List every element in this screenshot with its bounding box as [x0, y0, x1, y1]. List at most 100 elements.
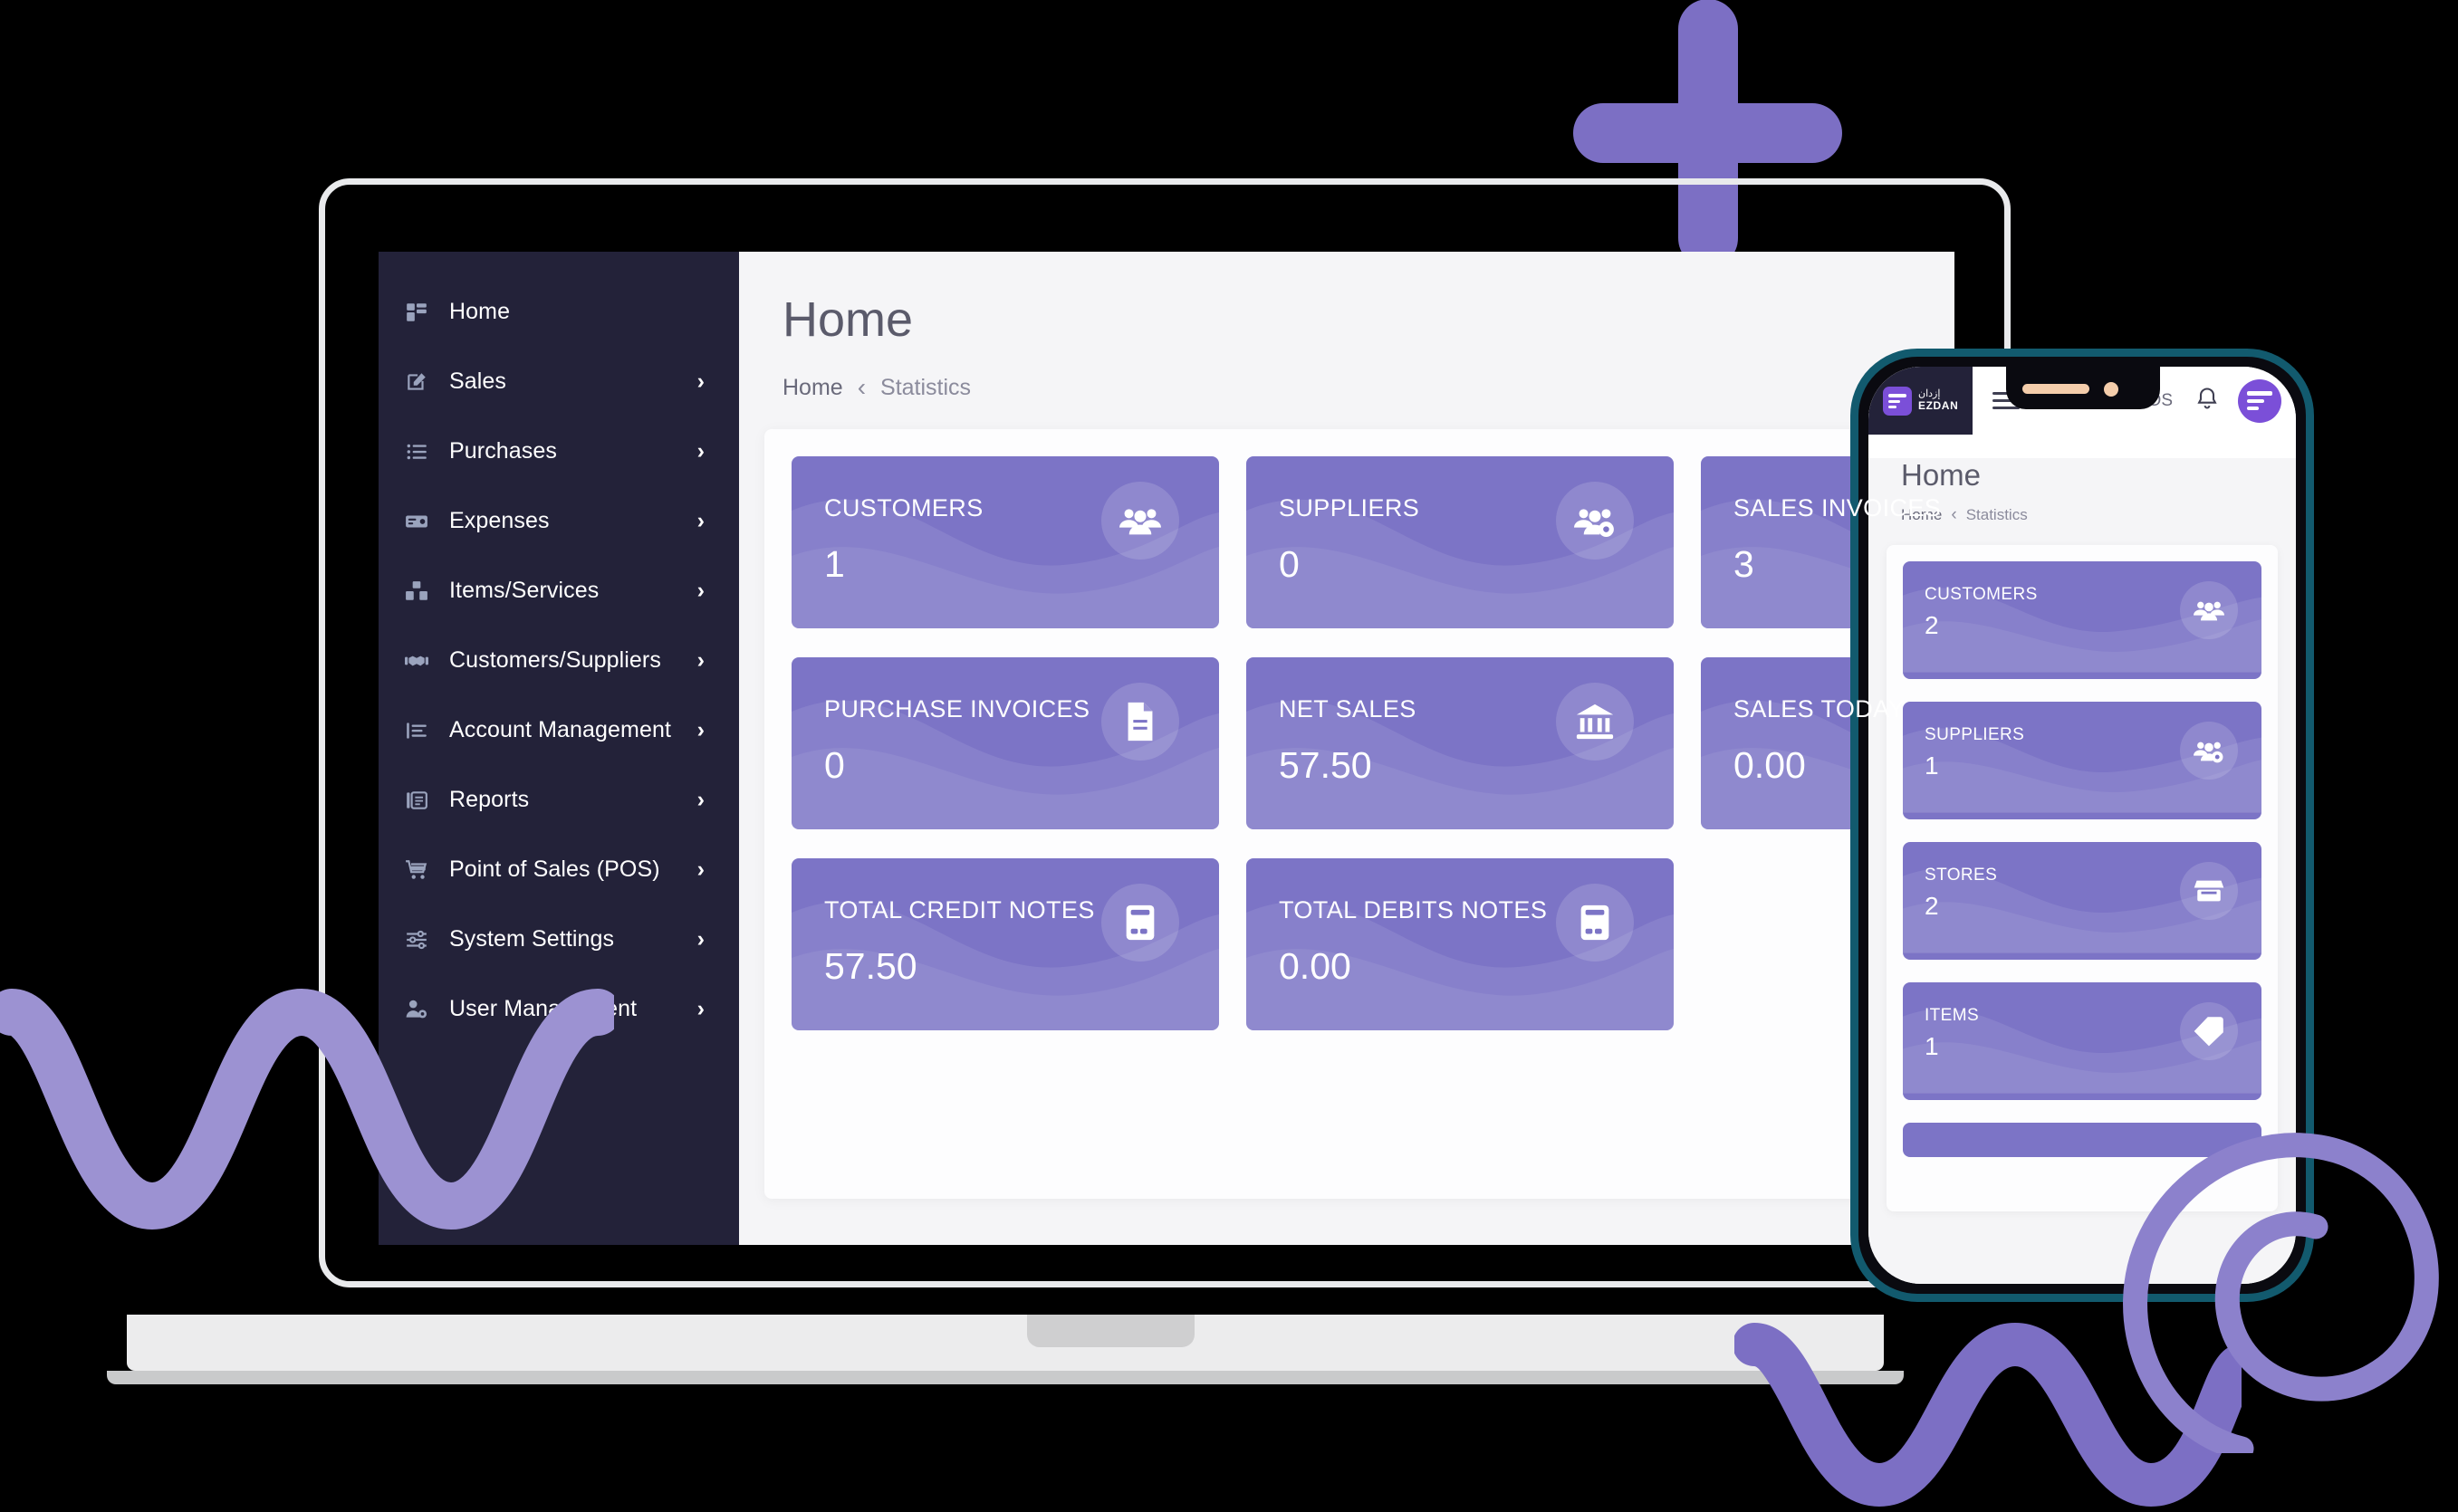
dashboard-icon — [398, 301, 435, 324]
sidebar-item-expenses[interactable]: Expenses › — [379, 486, 739, 556]
stat-card-value: 2 — [1925, 611, 1939, 639]
sidebar-item-items-services[interactable]: Items/Services › — [379, 556, 739, 626]
user-gear-icon — [398, 998, 435, 1021]
stat-card-label: SUPPLIERS — [1925, 725, 2025, 744]
sidebar-item-label: Expenses — [449, 508, 550, 533]
sidebar-item-label: Account Management — [449, 717, 672, 742]
sidebar-item-label: Reports — [449, 787, 530, 812]
stat-card-net-sales[interactable]: NET SALES 57.50 — [1246, 657, 1674, 829]
list-icon — [398, 440, 435, 464]
chevron-right-icon: › — [696, 578, 705, 603]
phone-stat-card-customers[interactable]: CUSTOMERS 2 — [1903, 561, 2261, 679]
stat-card-value: 1 — [1925, 751, 1939, 780]
stat-card-label: SALES INVOICES — [1733, 494, 1942, 522]
stat-card-total-credit-notes[interactable]: TOTAL CREDIT NOTES 57.50 — [792, 858, 1219, 1030]
sliders-icon — [398, 928, 435, 952]
edit-icon — [398, 370, 435, 394]
handshake-icon — [398, 649, 435, 673]
people-icon — [1101, 482, 1179, 560]
breadcrumb: Home ‹ Statistics — [783, 373, 1954, 402]
sidebar-item-label: Items/Services — [449, 578, 600, 603]
laptop-screen: Home Sales › Purchases › Expenses › Item… — [379, 252, 1954, 1245]
stat-card-label: SUPPLIERS — [1279, 494, 1420, 522]
statistics-panel: CUSTOMERS 1 SUPPLIERS 0 SALES INVOICES 3… — [764, 429, 1954, 1199]
chevron-left-icon: ‹ — [1951, 505, 1957, 524]
sidebar-item-user-management[interactable]: User Management › — [379, 974, 739, 1044]
stat-card-label: SALES TODAY — [1733, 695, 1905, 723]
invoice-icon — [1101, 683, 1179, 761]
sidebar-item-purchases[interactable]: Purchases › — [379, 416, 739, 486]
sidebar-item-label: User Management — [449, 996, 638, 1021]
phone-statistics-panel: CUSTOMERS 2 SUPPLIERS 1 STORES 2 ITEMS 1 — [1887, 545, 2278, 1211]
stat-card-value: 57.50 — [824, 945, 917, 987]
cart-icon — [398, 858, 435, 882]
sidebar-item-label: Point of Sales (POS) — [449, 856, 660, 882]
sidebar-item-label: Home — [449, 299, 511, 324]
sidebar-item-label: Purchases — [449, 438, 558, 464]
statistics-card-grid: CUSTOMERS 1 SUPPLIERS 0 SALES INVOICES 3… — [792, 456, 1954, 1030]
brand-name-english: EZDAN — [1918, 398, 1959, 412]
stat-card-suppliers[interactable]: SUPPLIERS 0 — [1246, 456, 1674, 628]
phone-breadcrumb: Home ‹ Statistics — [1901, 505, 2296, 525]
chevron-right-icon: › — [696, 717, 705, 742]
stat-card-label: TOTAL CREDIT NOTES — [824, 896, 1095, 923]
ezdan-logo-mark-icon — [1883, 386, 1912, 416]
phone-stat-card-items[interactable]: ITEMS 1 — [1903, 982, 2261, 1100]
stat-card-value: 0.00 — [1279, 945, 1351, 987]
people-gear-icon — [2180, 722, 2238, 780]
sidebar-item-customers-suppliers[interactable]: Customers/Suppliers › — [379, 626, 739, 695]
stat-card-total-debits-notes[interactable]: TOTAL DEBITS NOTES 0.00 — [1246, 858, 1674, 1030]
breadcrumb-root[interactable]: Home — [783, 375, 843, 401]
laptop-base-notch — [1027, 1315, 1195, 1347]
chevron-right-icon: › — [696, 996, 705, 1021]
report-icon — [398, 789, 435, 812]
sidebar-item-sales[interactable]: Sales › — [379, 347, 739, 416]
stat-card-purchase-invoices[interactable]: PURCHASE INVOICES 0 — [792, 657, 1219, 829]
stat-card-label: NET SALES — [1279, 695, 1416, 723]
stat-card-label: CUSTOMERS — [1925, 585, 2038, 604]
store-icon — [2180, 862, 2238, 920]
sidebar: Home Sales › Purchases › Expenses › Item… — [379, 252, 739, 1245]
people-icon — [2180, 581, 2238, 639]
tag-icon — [2180, 1002, 2238, 1060]
chevron-right-icon: › — [696, 926, 705, 952]
sidebar-item-home[interactable]: Home — [379, 277, 739, 347]
ezdan-avatar-icon[interactable] — [2238, 378, 2281, 423]
sidebar-item-point-of-sales[interactable]: Point of Sales (POS) › — [379, 835, 739, 904]
phone-stat-card-partial[interactable] — [1903, 1123, 2261, 1157]
phone-stat-card-suppliers[interactable]: SUPPLIERS 1 — [1903, 702, 2261, 819]
bell-icon[interactable] — [2194, 386, 2220, 416]
sidebar-item-label: Customers/Suppliers — [449, 647, 661, 673]
sidebar-item-account-management[interactable]: Account Management › — [379, 695, 739, 765]
stat-card-value: 0 — [1279, 543, 1300, 585]
card-icon — [398, 510, 435, 533]
ledger-icon — [398, 719, 435, 742]
phone-speaker — [2022, 384, 2089, 394]
boxes-icon — [398, 579, 435, 603]
page-title: Home — [783, 292, 914, 347]
chevron-right-icon: › — [696, 787, 705, 812]
laptop-base — [127, 1315, 1884, 1371]
phone-notch — [2006, 367, 2160, 409]
stat-card-label: CUSTOMERS — [824, 494, 984, 522]
stat-card-value: 1 — [1925, 1032, 1939, 1060]
breadcrumb-current: Statistics — [880, 374, 972, 400]
stat-card-label: TOTAL DEBITS NOTES — [1279, 896, 1548, 923]
credit-card-icon — [1101, 884, 1179, 962]
phone-stat-card-stores[interactable]: STORES 2 — [1903, 842, 2261, 960]
stat-card-label: ITEMS — [1925, 1006, 1980, 1025]
chevron-right-icon: › — [696, 368, 705, 394]
sidebar-item-system-settings[interactable]: System Settings › — [379, 904, 739, 974]
sidebar-item-reports[interactable]: Reports › — [379, 765, 739, 835]
stat-card-customers[interactable]: CUSTOMERS 1 — [792, 456, 1219, 628]
sidebar-item-label: Sales — [449, 368, 507, 394]
breadcrumb-current: Statistics — [1965, 506, 2028, 523]
stat-card-label: STORES — [1925, 866, 1998, 885]
main-content: Home Home ‹ Statistics CUSTOMERS 1 SUPPL… — [739, 252, 1954, 1245]
phone-page-title: Home — [1901, 458, 1982, 492]
stat-card-value: 3 — [1733, 543, 1754, 585]
ezdan-logo: إزدان EZDAN — [1868, 367, 1973, 435]
stat-card-value: 2 — [1925, 892, 1939, 920]
stat-card-value: 57.50 — [1279, 744, 1372, 786]
chevron-right-icon: › — [696, 856, 705, 882]
